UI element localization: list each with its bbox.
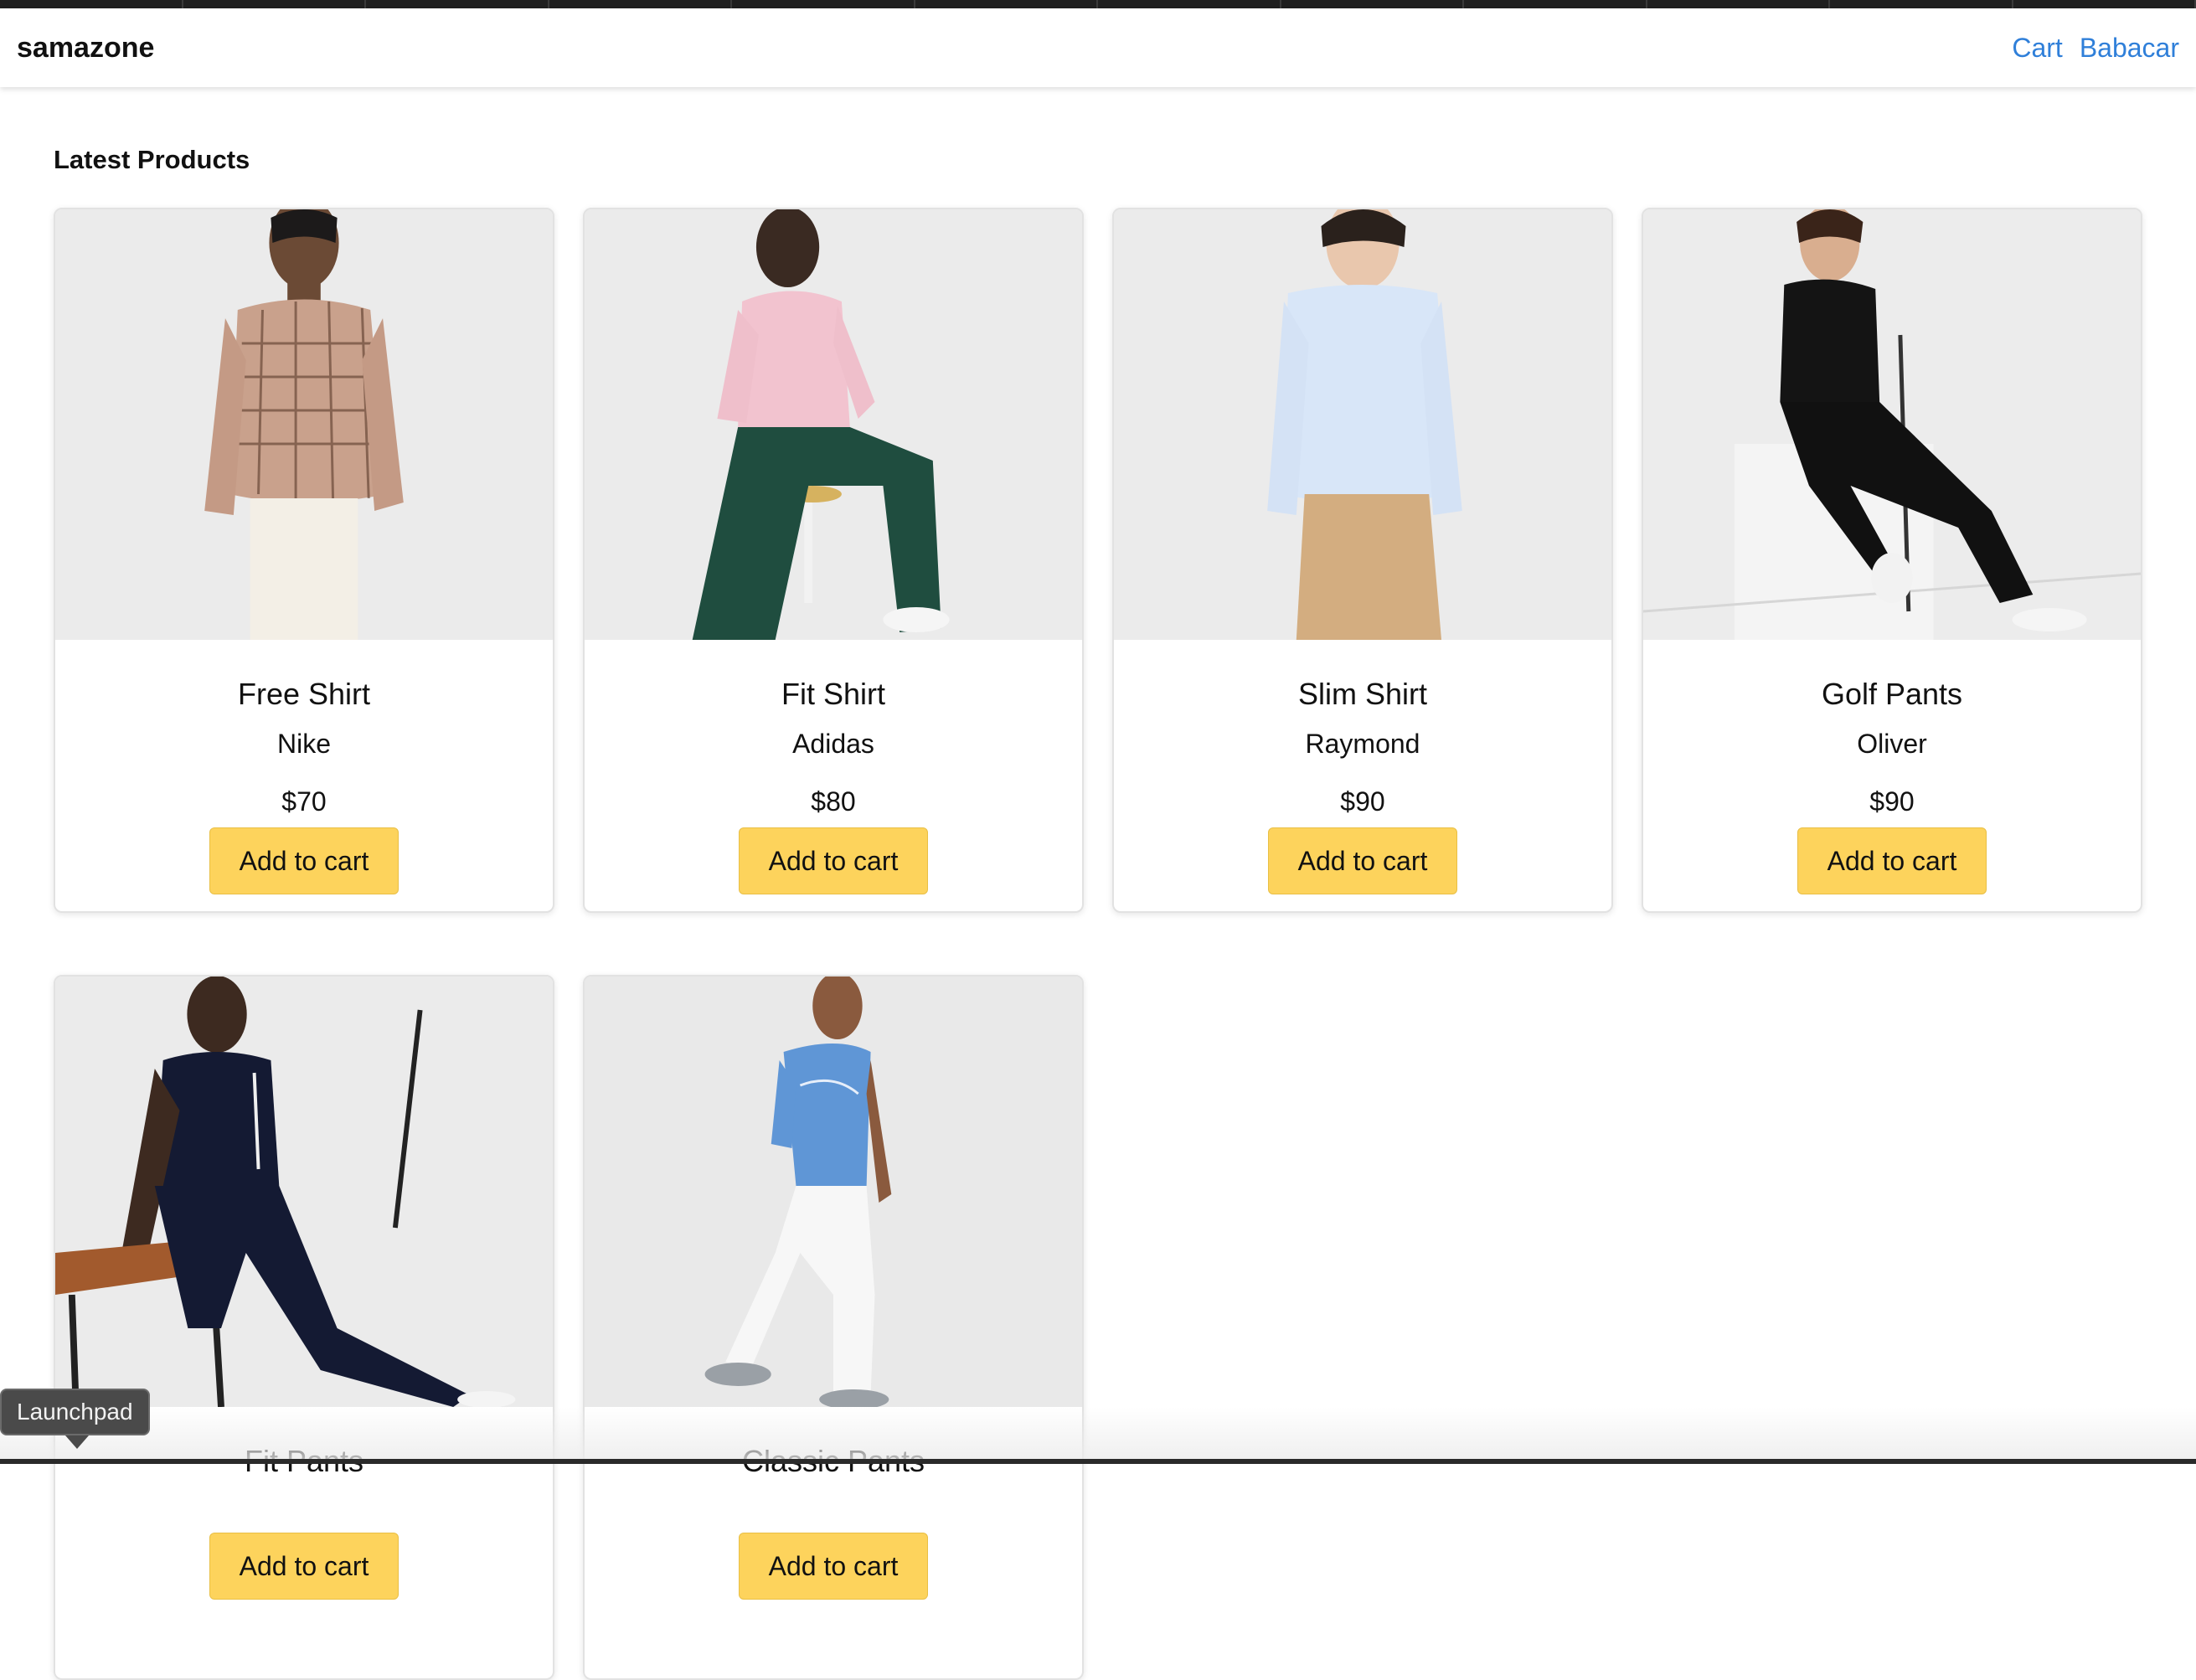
product-brand: Raymond [1305,729,1420,759]
product-price: $70 [281,786,327,817]
user-menu-link[interactable]: Babacar [2080,33,2179,64]
add-to-cart-button[interactable]: Add to cart [209,1533,399,1600]
product-image[interactable] [585,977,1082,1407]
product-card: Fit Shirt Adidas $80 Add to cart [583,208,1084,913]
navbar: samazone Cart Babacar [0,8,2196,87]
add-to-cart-button[interactable]: Add to cart [209,827,399,894]
product-card: Fit Pants Add to cart [54,975,554,1680]
product-price: $90 [1869,786,1915,817]
nav-links: Cart Babacar [2012,33,2179,64]
product-image[interactable] [585,209,1082,640]
product-image[interactable] [55,977,553,1407]
brand-logo-link[interactable]: samazone [17,32,154,64]
product-info: Slim Shirt Raymond $90 Add to cart [1114,640,1611,894]
browser-top-strip [0,0,2196,8]
cart-link[interactable]: Cart [2012,33,2062,64]
add-to-cart-button[interactable]: Add to cart [739,827,928,894]
product-info: Golf Pants Oliver $90 Add to cart [1643,640,2141,894]
product-image[interactable] [1114,209,1611,640]
product-price: $90 [1340,786,1385,817]
launchpad-tooltip: Launchpad [0,1389,150,1449]
product-brand: Adidas [792,729,874,759]
product-brand: Nike [276,729,331,759]
product-card: Slim Shirt Raymond $90 Add to cart [1112,208,1613,913]
product-brand: Oliver [1857,729,1927,759]
product-card: Free Shirt Nike $70 Add to cart [54,208,554,913]
dock-area-fade [0,1407,2196,1464]
product-image[interactable] [55,209,553,640]
product-price: $80 [811,786,856,817]
product-info: Fit Shirt Adidas $80 Add to cart [585,640,1082,894]
add-to-cart-button[interactable]: Add to cart [739,1533,928,1600]
add-to-cart-button[interactable]: Add to cart [1797,827,1987,894]
product-card: Classic Pants Add to cart [583,975,1084,1680]
section-title: Latest Products [54,145,250,174]
screen-bottom-edge [0,1459,2196,1464]
product-name-link[interactable]: Golf Pants [1822,677,1962,712]
product-name-link[interactable]: Slim Shirt [1298,677,1427,712]
product-info: Free Shirt Nike $70 Add to cart [55,640,553,894]
product-card: Golf Pants Oliver $90 Add to cart [1642,208,2142,913]
product-name-link[interactable]: Fit Shirt [781,677,885,712]
add-to-cart-button[interactable]: Add to cart [1268,827,1457,894]
product-image[interactable] [1643,209,2141,640]
product-name-link[interactable]: Free Shirt [238,677,370,712]
